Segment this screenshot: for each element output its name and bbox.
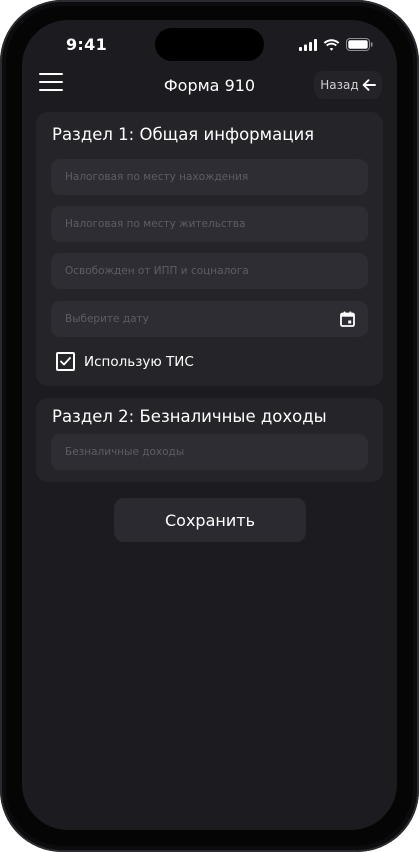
- dynamic-island: [155, 28, 264, 61]
- cashless-income-field[interactable]: Безналичные доходы: [51, 434, 368, 470]
- uses-tis-checkbox[interactable]: [56, 352, 75, 371]
- uses-tis-row[interactable]: Использую ТИС: [56, 352, 194, 371]
- phone-frame: 9:41 Форма 910 Назад Раздел 1: Общая инф…: [0, 0, 419, 852]
- screen: 9:41 Форма 910 Назад Раздел 1: Общая инф…: [22, 20, 397, 830]
- status-time: 9:41: [66, 35, 107, 54]
- save-button[interactable]: Сохранить: [114, 498, 306, 542]
- back-button-label: Назад: [320, 78, 359, 92]
- arrow-left-icon: [362, 79, 376, 91]
- section-general-card: Раздел 1: Общая информация Налоговая по …: [36, 112, 383, 386]
- status-icons: [299, 38, 373, 51]
- date-picker-field[interactable]: Выберите дату: [51, 301, 368, 337]
- section-cashless-card: Раздел 2: Безналичные доходы Безналичные…: [36, 398, 383, 482]
- tax-office-residence-field[interactable]: Налоговая по месту жительства: [51, 206, 368, 242]
- uses-tis-label: Использую ТИС: [84, 353, 194, 370]
- wifi-icon: [323, 38, 340, 51]
- back-button[interactable]: Назад: [314, 71, 382, 99]
- battery-icon: [346, 38, 373, 51]
- section-cashless-title: Раздел 2: Безналичные доходы: [52, 407, 327, 426]
- calendar-icon[interactable]: [340, 311, 355, 327]
- tax-exemption-field[interactable]: Освобожден от ИПП и соцналога: [51, 253, 368, 289]
- tax-office-location-field[interactable]: Налоговая по месту нахождения: [51, 159, 368, 195]
- cellular-signal-icon: [299, 38, 317, 51]
- date-picker-placeholder: Выберите дату: [65, 313, 149, 325]
- section-general-title: Раздел 1: Общая информация: [52, 125, 315, 144]
- checkmark-icon: [60, 357, 71, 366]
- top-bar: Форма 910 Назад: [22, 70, 397, 100]
